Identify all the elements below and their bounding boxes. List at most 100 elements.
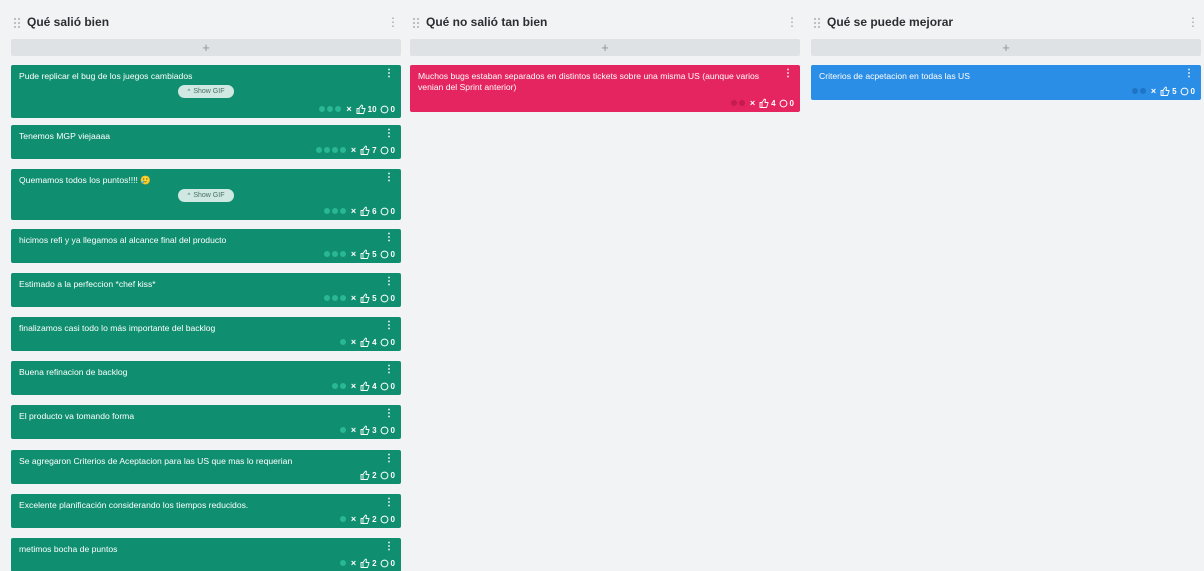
drag-handle-icon[interactable] [813, 16, 821, 28]
column-menu-icon[interactable]: ⋮ [786, 15, 798, 29]
vote-dot [339, 251, 346, 257]
vote-dot [339, 427, 346, 433]
like-button[interactable]: 7 [360, 145, 377, 155]
card-text: Se agregaron Criterios de Aceptacion par… [19, 456, 293, 466]
remove-vote-icon[interactable]: × [351, 145, 356, 155]
comment-button[interactable]: 0 [380, 250, 395, 259]
card[interactable]: Muchos bugs estaban separados en distint… [410, 65, 800, 112]
like-button[interactable]: 4 [360, 381, 377, 391]
comment-button[interactable]: 0 [380, 426, 395, 435]
like-button[interactable]: 5 [360, 293, 377, 303]
card-text: finalizamos casi todo lo más importante … [19, 323, 216, 333]
like-button[interactable]: 2 [360, 470, 377, 480]
remove-vote-icon[interactable]: × [750, 98, 755, 108]
like-button[interactable]: 5 [360, 249, 377, 259]
thumbs-up-icon [360, 514, 370, 524]
comment-button[interactable]: 0 [380, 382, 395, 391]
card[interactable]: Estimado a la perfeccion *chef kiss* ⋮ ×… [11, 273, 401, 307]
vote-count: 4 [372, 381, 377, 391]
vote-dot [331, 251, 338, 257]
card[interactable]: Quemamos todos los puntos!!!! 🥲 ⋮ ^ Show … [11, 169, 401, 220]
add-card-button[interactable]: + [811, 39, 1201, 56]
add-card-button[interactable]: + [11, 39, 401, 56]
add-card-button[interactable]: + [410, 39, 800, 56]
card[interactable]: metimos bocha de puntos ⋮ × 2 0 [11, 538, 401, 571]
column-menu-icon[interactable]: ⋮ [387, 15, 399, 29]
remove-vote-icon[interactable]: × [351, 381, 356, 391]
card-menu-icon[interactable]: ⋮ [384, 454, 394, 464]
remove-vote-icon[interactable]: × [351, 514, 356, 524]
like-button[interactable]: 2 [360, 514, 377, 524]
card[interactable]: Tenemos MGP viejaaaa ⋮ × 7 0 [11, 125, 401, 159]
like-button[interactable]: 5 [1160, 86, 1177, 96]
drag-handle-icon[interactable] [13, 16, 21, 28]
comment-button[interactable]: 0 [380, 146, 395, 155]
thumbs-up-icon [360, 145, 370, 155]
like-button[interactable]: 4 [759, 98, 776, 108]
column-menu-icon[interactable]: ⋮ [1187, 15, 1199, 29]
card-menu-icon[interactable]: ⋮ [384, 409, 394, 419]
remove-vote-icon[interactable]: × [346, 104, 351, 114]
comment-icon [380, 338, 389, 347]
card[interactable]: El producto va tomando forma ⋮ × 3 0 [11, 405, 401, 439]
card[interactable]: finalizamos casi todo lo más importante … [11, 317, 401, 351]
card-menu-icon[interactable]: ⋮ [384, 173, 394, 183]
card-menu-icon[interactable]: ⋮ [384, 69, 394, 79]
card-menu-icon[interactable]: ⋮ [783, 69, 793, 79]
card[interactable]: Criterios de acpetacion en todas las US … [811, 65, 1201, 100]
vote-count: 2 [372, 470, 377, 480]
thumbs-up-icon [356, 104, 366, 114]
card-menu-icon[interactable]: ⋮ [384, 233, 394, 243]
card[interactable]: Excelente planificación considerando los… [11, 494, 401, 528]
like-button[interactable]: 4 [360, 337, 377, 347]
show-gif-button[interactable]: ^ Show GIF [178, 189, 234, 202]
remove-vote-icon[interactable]: × [351, 249, 356, 259]
comment-count: 0 [390, 381, 395, 391]
card[interactable]: hicimos refi y ya llegamos al alcance fi… [11, 229, 401, 263]
comment-button[interactable]: 0 [1180, 87, 1195, 96]
card-menu-icon[interactable]: ⋮ [384, 277, 394, 287]
vote-count: 2 [372, 558, 377, 568]
card-menu-icon[interactable]: ⋮ [384, 498, 394, 508]
comment-button[interactable]: 0 [380, 515, 395, 524]
remove-vote-icon[interactable]: × [351, 425, 356, 435]
vote-dots [315, 147, 346, 153]
card-footer: × 4 0 [730, 98, 794, 108]
vote-dots [339, 516, 346, 522]
comment-button[interactable]: 0 [380, 105, 395, 114]
thumbs-up-icon [759, 98, 769, 108]
like-button[interactable]: 2 [360, 558, 377, 568]
card-menu-icon[interactable]: ⋮ [384, 365, 394, 375]
comment-button[interactable]: 0 [380, 338, 395, 347]
vote-dots [1131, 88, 1146, 94]
remove-vote-icon[interactable]: × [351, 558, 356, 568]
remove-vote-icon[interactable]: × [351, 293, 356, 303]
vote-count: 5 [372, 249, 377, 259]
like-button[interactable]: 3 [360, 425, 377, 435]
comment-button[interactable]: 0 [380, 207, 395, 216]
card-menu-icon[interactable]: ⋮ [384, 321, 394, 331]
card-menu-icon[interactable]: ⋮ [1184, 69, 1194, 79]
remove-vote-icon[interactable]: × [351, 337, 356, 347]
show-gif-button[interactable]: ^ Show GIF [178, 85, 234, 98]
card-menu-icon[interactable]: ⋮ [384, 542, 394, 552]
vote-dot [323, 208, 330, 214]
thumbs-up-icon [1160, 86, 1170, 96]
card-menu-icon[interactable]: ⋮ [384, 129, 394, 139]
comment-icon [380, 207, 389, 216]
remove-vote-icon[interactable]: × [1151, 86, 1156, 96]
card[interactable]: Buena refinacion de backlog ⋮ × 4 0 [11, 361, 401, 395]
comment-icon [779, 99, 788, 108]
card[interactable]: Pude replicar el bug de los juegos cambi… [11, 65, 401, 118]
card[interactable]: Se agregaron Criterios de Aceptacion par… [11, 450, 401, 484]
comment-button[interactable]: 0 [380, 294, 395, 303]
drag-handle-icon[interactable] [412, 16, 420, 28]
like-button[interactable]: 6 [360, 206, 377, 216]
thumbs-up-icon [360, 206, 370, 216]
remove-vote-icon[interactable]: × [351, 206, 356, 216]
comment-button[interactable]: 0 [779, 99, 794, 108]
comment-button[interactable]: 0 [380, 471, 395, 480]
comment-icon [380, 515, 389, 524]
like-button[interactable]: 10 [356, 104, 377, 114]
comment-button[interactable]: 0 [380, 559, 395, 568]
